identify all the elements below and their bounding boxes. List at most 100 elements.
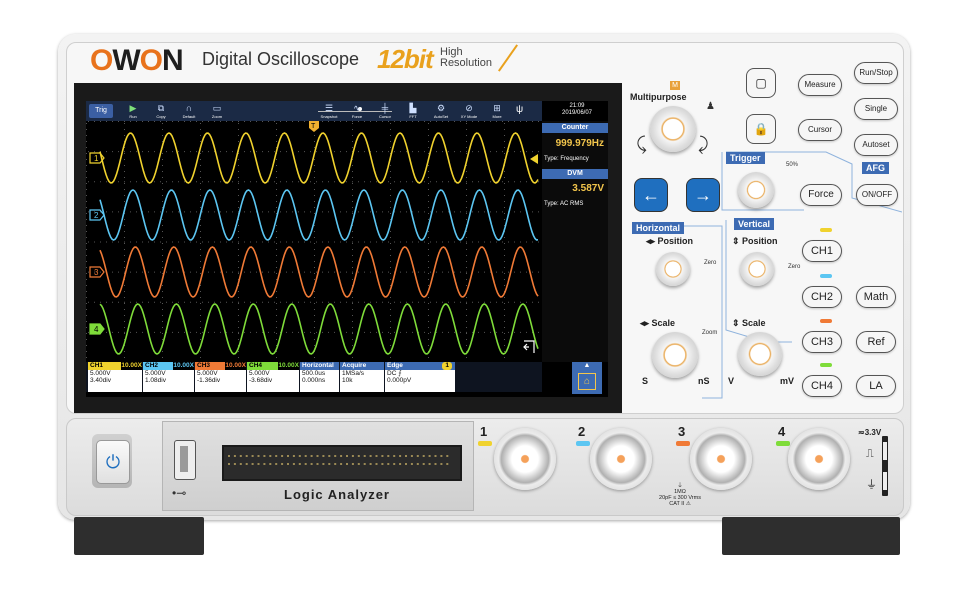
acquire-status[interactable]: Acquire 1MSa/s 10k (340, 362, 384, 392)
ch1-status-volt: 5.000V (90, 370, 111, 377)
more-label: More (492, 114, 502, 119)
vertical-position-label: ⇕ Position (732, 236, 778, 247)
ch1-status[interactable]: CH1 10.00X 5.000V 3.40div (88, 362, 142, 392)
horizontal-status-timebase: 500.0us (302, 370, 326, 377)
play-icon: ▶ (129, 103, 137, 113)
trigger-position-marker[interactable]: T (309, 121, 319, 132)
ch3-bnc-input[interactable] (690, 428, 752, 490)
right-arrow-button[interactable]: → (686, 178, 720, 212)
volts-label: V (728, 376, 735, 386)
counter-value: 999.979Hz (555, 138, 604, 149)
home-button[interactable]: ▲ ⌂ (572, 362, 602, 394)
ch3-marker[interactable]: 3 (89, 266, 105, 278)
horizontal-position-label: ◂▸ Position (646, 236, 693, 247)
input-rating: ⏚ 1MΩ 20pF ≤ 300 Vrms CAT II ⚠ (652, 483, 708, 507)
measure-button[interactable]: Measure (798, 74, 842, 96)
up-down-icon: ⇕ (732, 236, 743, 246)
snapshot-key[interactable]: ▢ (746, 68, 776, 98)
more-button[interactable]: ⊞ More (484, 102, 510, 120)
left-arrow-button[interactable]: ← (634, 178, 668, 212)
run-button[interactable]: ▶ Run (120, 102, 146, 120)
ch3-button[interactable]: CH3 (802, 331, 842, 353)
multipurpose-knob[interactable] (650, 106, 696, 152)
ch4-bnc-input[interactable] (788, 428, 850, 490)
v-scale-text: Scale (742, 318, 766, 328)
force-button[interactable]: Force (800, 184, 842, 206)
ch2-bnc-input[interactable] (590, 428, 652, 490)
counter-type: Type: Frequency (544, 156, 589, 162)
probe-comp-label: ≂3.3V (858, 428, 882, 437)
copy-button[interactable]: ⧉ Copy (148, 102, 174, 120)
input-1-led (478, 441, 492, 446)
lock-icon: 🔒 (753, 122, 769, 136)
run-stop-button[interactable]: Run/Stop (854, 62, 898, 84)
status-bar: CH1 10.00X 5.000V 3.40div CH2 10.00X 5.0… (86, 362, 542, 392)
m-badge: M (670, 81, 680, 90)
vertical-scale-knob[interactable] (738, 332, 782, 376)
ch3-status[interactable]: CH3 10.00X 5.000V -1.36div (195, 362, 246, 392)
autoset-screen-button[interactable]: ⚙ AutoSet (428, 102, 454, 120)
afg-section-label: AFG (862, 162, 889, 174)
edge-status-level: 0.000pV (387, 377, 412, 384)
lock-key[interactable]: 🔒 (746, 114, 776, 144)
h-position-text: Position (657, 236, 694, 246)
ch4-button[interactable]: CH4 (802, 375, 842, 397)
single-button[interactable]: Single (854, 98, 898, 120)
ch1-button[interactable]: CH1 (802, 240, 842, 262)
horizontal-position-knob[interactable] (656, 252, 690, 286)
acquire-status-depth: 10k (342, 377, 353, 384)
ch4-marker[interactable]: 4 (89, 323, 105, 335)
multipurpose-label: Multipurpose (630, 92, 687, 102)
trigger-status-head: Edge 1 (385, 362, 455, 370)
vertical-scale-label: ⇕ Scale (732, 318, 766, 329)
connector-pins (228, 455, 449, 465)
ch4-status[interactable]: CH4 10.00X 5.000V -3.68div (247, 362, 299, 392)
millivolts-label: mV (780, 376, 795, 386)
cursor-button[interactable]: Cursor (798, 119, 842, 141)
xy-mode-icon: ⊘ (465, 103, 473, 113)
autoset-screen-label: AutoSet (433, 114, 449, 119)
ch1-status-pos: 3.40div (90, 377, 111, 384)
cursor-icon: ╪ (381, 103, 389, 113)
trig-button[interactable]: Trig (89, 104, 113, 118)
force-icon: ∿ (353, 103, 361, 113)
trigger-status[interactable]: Edge 1 DC ⨍ 0.000pV (385, 362, 455, 392)
autoset-button[interactable]: Autoset (854, 134, 898, 156)
la-button[interactable]: LA (856, 375, 896, 397)
dvm-header: DVM (542, 169, 608, 179)
fft-button[interactable]: ▙ FFT (400, 102, 426, 120)
horizontal-status[interactable]: Horizontal 500.0us 0.000ns (300, 362, 339, 392)
ref-button[interactable]: Ref (856, 331, 896, 353)
waveform-display[interactable]: 1 2 3 4 T (86, 121, 542, 362)
ch2-button[interactable]: CH2 (802, 286, 842, 308)
trigger-level-marker[interactable] (530, 154, 538, 164)
afg-onoff-button[interactable]: ON/OFF (856, 184, 898, 206)
xy-mode-label: XY Mode (460, 114, 478, 119)
ch1-bnc-input[interactable] (494, 428, 556, 490)
ch3-status-volt: 5.000V (197, 370, 218, 377)
ch2-status-volt: 5.000V (145, 370, 166, 377)
clock-time: 21:09 (569, 103, 585, 109)
zoom-button[interactable]: ▭ Zoom (204, 102, 230, 120)
force-screen-button[interactable]: ∿ Force (344, 102, 370, 120)
v-zero-label: Zero (788, 264, 801, 270)
fft-icon: ▙ (409, 103, 417, 113)
cursor-screen-button[interactable]: ╪ Cursor (372, 102, 398, 120)
math-button[interactable]: Math (856, 286, 896, 308)
vertical-position-knob[interactable] (740, 252, 774, 286)
acquire-status-rate: 1MSa/s (342, 370, 365, 377)
horizontal-status-offset: 0.000ns (302, 377, 326, 384)
return-icon[interactable] (523, 340, 535, 353)
ch1-status-head: CH1 10.00X (88, 362, 142, 370)
copy-label: Copy (156, 114, 166, 119)
power-button[interactable]: ⏻ (96, 440, 130, 484)
trigger-level-knob[interactable] (738, 172, 774, 208)
ch2-status[interactable]: CH2 10.00X 5.000V 1.08div (143, 362, 194, 392)
horizontal-scale-knob[interactable] (652, 332, 698, 378)
snapshot-button[interactable]: ☰ Snapshot (316, 102, 342, 120)
default-button[interactable]: ∩ Default (176, 102, 202, 120)
ch4-status-head: CH4 10.00X (247, 362, 299, 370)
xy-mode-button[interactable]: ⊘ XY Mode (456, 102, 482, 120)
input-4-led (776, 441, 790, 446)
ch2-marker[interactable]: 2 (89, 209, 105, 221)
